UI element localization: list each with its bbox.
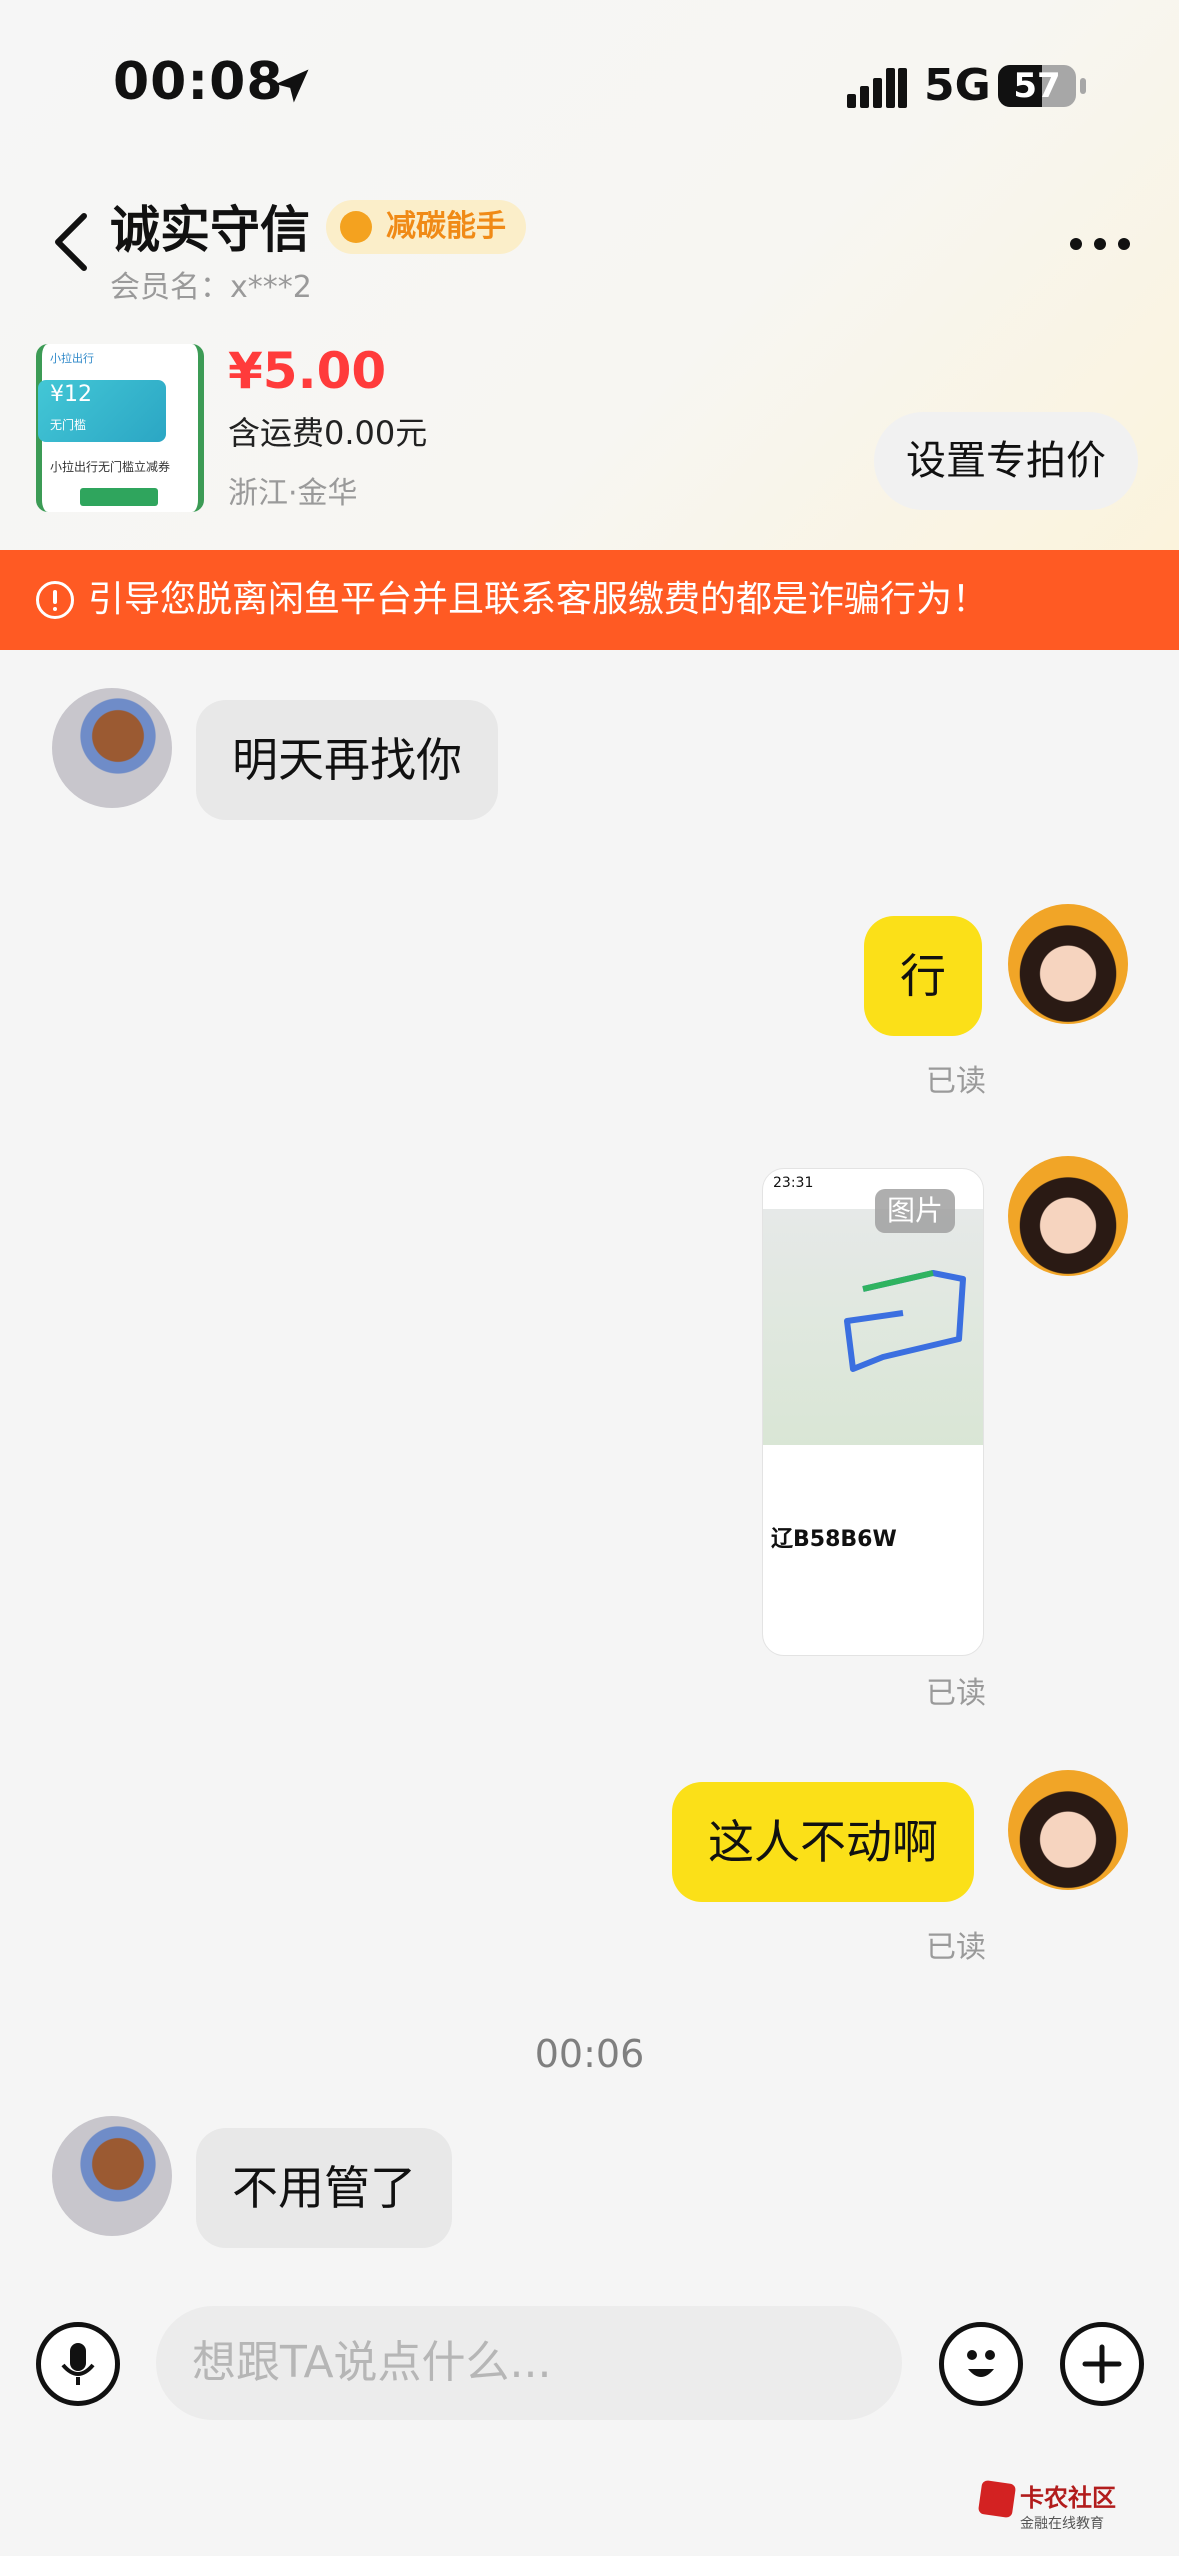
back-button[interactable] bbox=[48, 210, 94, 274]
read-status: 已读 bbox=[926, 1676, 986, 1711]
warning-icon bbox=[36, 581, 74, 619]
add-button[interactable] bbox=[1060, 2322, 1144, 2406]
thumb-caption: 小拉出行无门槛立减券 bbox=[50, 460, 171, 474]
battery-icon: 57 bbox=[998, 65, 1076, 107]
seller-avatar[interactable] bbox=[52, 688, 172, 808]
product-price: ¥5.00 bbox=[228, 342, 387, 400]
status-time: 00:08 bbox=[113, 52, 284, 112]
battery-percent: 57 bbox=[1013, 66, 1061, 106]
shipping-fee: 含运费0.00元 bbox=[228, 414, 428, 452]
image-message[interactable]: 23:31 图片 辽B58B6W bbox=[762, 1168, 984, 1656]
read-status: 已读 bbox=[926, 1064, 986, 1099]
warning-text: 引导您脱离闲鱼平台并且联系客服缴费的都是诈骗行为！ bbox=[88, 579, 989, 620]
plus-icon bbox=[1082, 2344, 1122, 2384]
network-label: 5G bbox=[924, 60, 991, 111]
message-outgoing: 这人不动啊 bbox=[672, 1782, 974, 1902]
message-outgoing: 行 bbox=[864, 916, 982, 1036]
carbon-badge[interactable]: 减碳能手 bbox=[326, 200, 526, 254]
microphone-button[interactable] bbox=[36, 2322, 120, 2406]
member-name: 会员名：x***2 bbox=[110, 270, 312, 305]
message-incoming: 不用管了 bbox=[196, 2128, 452, 2248]
emoji-button[interactable] bbox=[939, 2322, 1023, 2406]
image-status-time: 23:31 bbox=[773, 1175, 814, 1191]
thumb-button bbox=[80, 488, 158, 506]
route-path bbox=[844, 1270, 966, 1372]
fraud-warning-banner: 引导您脱离闲鱼平台并且联系客服缴费的都是诈骗行为！ bbox=[0, 550, 1179, 650]
leaf-icon bbox=[340, 211, 372, 243]
seller-avatar[interactable] bbox=[52, 2116, 172, 2236]
shop-name[interactable]: 诚实守信 bbox=[110, 190, 310, 262]
message-input[interactable] bbox=[156, 2306, 902, 2420]
my-avatar[interactable] bbox=[1008, 1156, 1128, 1276]
more-icon[interactable] bbox=[1068, 236, 1132, 252]
signal-icon bbox=[847, 68, 907, 108]
battery-cap bbox=[1080, 78, 1086, 94]
thumb-ticket-value: ¥12 bbox=[50, 382, 92, 407]
image-label: 图片 bbox=[875, 1189, 956, 1233]
my-avatar[interactable] bbox=[1008, 1770, 1128, 1890]
read-status: 已读 bbox=[926, 1930, 986, 1965]
set-special-price-button[interactable]: 设置专拍价 bbox=[874, 412, 1138, 510]
badge-label: 减碳能手 bbox=[386, 209, 506, 244]
watermark-logo-icon bbox=[977, 2479, 1017, 2519]
product-location: 浙江·金华 bbox=[228, 476, 358, 511]
emoji-icon bbox=[967, 2350, 995, 2377]
watermark: 卡农社区 金融在线教育 bbox=[977, 2478, 1116, 2533]
image-map bbox=[763, 1209, 983, 1445]
time-separator: 00:06 bbox=[534, 2032, 645, 2076]
message-incoming: 明天再找你 bbox=[196, 700, 498, 820]
microphone-icon bbox=[61, 2343, 95, 2385]
image-plate-number: 辽B58B6W bbox=[771, 1527, 897, 1552]
location-arrow-icon bbox=[275, 69, 309, 103]
thumb-logo: 小拉出行 bbox=[50, 352, 94, 365]
my-avatar[interactable] bbox=[1008, 904, 1128, 1024]
thumb-ticket-sub: 无门槛 bbox=[50, 418, 87, 432]
